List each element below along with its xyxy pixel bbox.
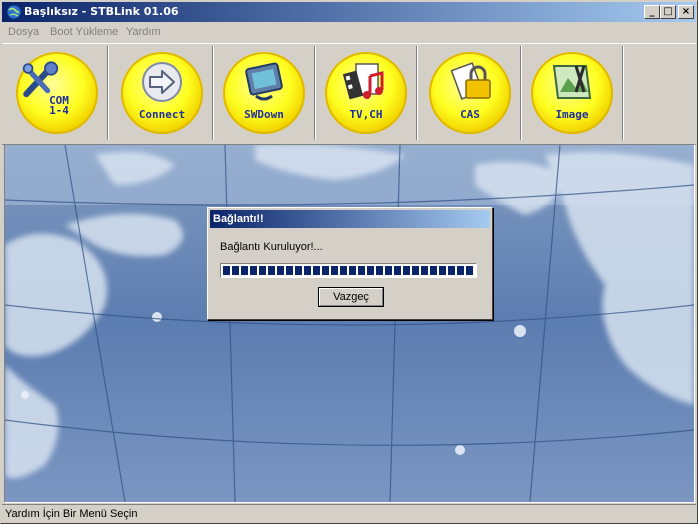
image-icon [552, 65, 592, 99]
swdown-button-label: SWDown [244, 108, 284, 121]
tvch-button-label: TV,CH [349, 108, 383, 121]
app-window: Başlıksız - STBLink 01.06 _ □ × Dosya Bo… [0, 0, 698, 524]
toolbar: COM 1-4 Connect SWDown TV,CH CAS Image [2, 43, 696, 145]
com-port-button[interactable]: COM 1-4 [7, 46, 108, 140]
media-icon [342, 63, 384, 100]
monitor-icon [245, 62, 283, 101]
window-title: Başlıksız - STBLink 01.06 [24, 5, 179, 18]
map-background [4, 144, 695, 503]
tv-channel-button[interactable]: TV,CH [316, 46, 417, 140]
com-button-label: COM 1-4 [49, 94, 69, 117]
dialog-title: Bağlantı!! [213, 213, 264, 225]
dialog-title-bar[interactable]: Bağlantı!! [210, 210, 490, 228]
dialog-message: Bağlantı Kuruluyor!... [220, 241, 323, 253]
swdown-button[interactable]: SWDown [214, 46, 315, 140]
world-map-image [5, 145, 694, 502]
lock-icon [450, 62, 491, 100]
menu-boot-yukleme[interactable]: Boot Yükleme [50, 26, 118, 38]
menu-yardim[interactable]: Yardım [126, 26, 161, 38]
connection-progress-bar [220, 263, 477, 278]
cas-button-label: CAS [460, 108, 480, 121]
maximize-button[interactable]: □ [660, 5, 676, 19]
close-button[interactable]: × [678, 5, 694, 19]
app-globe-icon [6, 4, 22, 20]
cancel-button[interactable]: Vazgeç [318, 287, 384, 307]
status-bar: Yardım İçin Bir Menü Seçin [2, 504, 696, 523]
progress-fill [223, 266, 474, 275]
title-bar[interactable]: Başlıksız - STBLink 01.06 _ □ × [2, 2, 696, 22]
image-button[interactable]: Image [522, 46, 623, 140]
menu-dosya[interactable]: Dosya [8, 26, 39, 38]
cas-button[interactable]: CAS [420, 46, 521, 140]
minimize-button[interactable]: _ [644, 5, 660, 19]
status-text: Yardım İçin Bir Menü Seçin [5, 508, 138, 520]
cancel-button-label: Vazgeç [319, 288, 383, 306]
connect-button[interactable]: Connect [112, 46, 213, 140]
arrow-right-icon [142, 62, 182, 102]
connection-dialog: Bağlantı!! Bağlantı Kuruluyor!... Vazgeç [207, 207, 493, 320]
menu-bar: Dosya Boot Yükleme Yardım [2, 23, 696, 42]
connect-button-label: Connect [138, 108, 186, 121]
image-button-label: Image [555, 108, 589, 121]
